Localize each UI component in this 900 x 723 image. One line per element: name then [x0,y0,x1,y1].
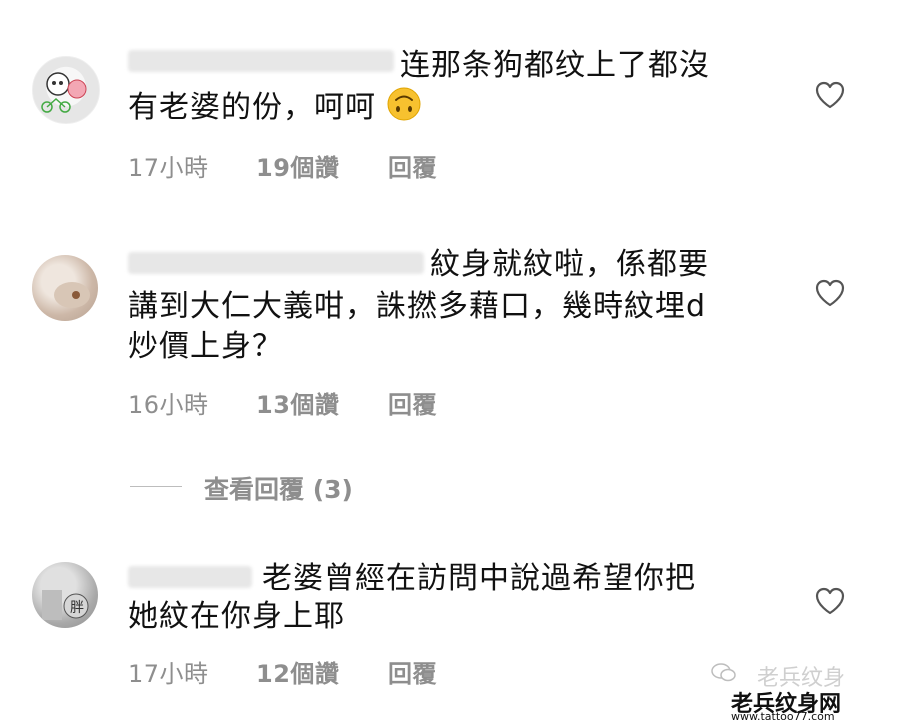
reply-button[interactable]: 回覆 [388,385,437,420]
likes-count[interactable]: 12個讚 [256,654,339,689]
reply-button[interactable]: 回覆 [388,654,437,689]
upside-down-face-emoji [387,87,421,121]
comment-text: 连那条狗都纹上了都沒 [400,48,710,83]
wechat-icon [711,663,736,682]
reply-button[interactable]: 回覆 [388,148,437,183]
comment-text: 講到大仁大義咁，誅撚多藉口，幾時紋埋d [128,289,707,324]
likes-count[interactable]: 19個讚 [256,148,339,183]
username-blurred[interactable]: yamamoto_yasuza [128,252,424,274]
heart-outline-icon[interactable] [814,586,846,616]
view-replies-label: 查看回覆 (3) [204,475,353,504]
comment-time: 17小時 [128,660,209,688]
comment-time: 17小時 [128,154,209,182]
avatar[interactable] [32,56,100,124]
comment-time: 16小時 [128,391,209,419]
watermark: 老兵纹身 老兵纹身网 www.tattoo77.com [711,660,886,723]
likes-count[interactable]: 13個讚 [256,385,339,420]
username-blurred[interactable]: yuchoufuf1283 [128,50,394,72]
comment-text: 她紋在你身上耶 [128,599,345,634]
username-blurred[interactable]: zahmm [128,566,252,588]
divider-line [130,486,182,487]
svg-text:胖: 胖 [70,600,84,616]
heart-outline-icon[interactable] [814,278,846,308]
watermark-url: www.tattoo77.com [731,710,835,723]
heart-outline-icon[interactable] [814,80,846,110]
comment-text: 有老婆的份，呵呵 [128,87,421,129]
avatar[interactable]: 胖 [32,562,98,628]
avatar[interactable] [32,255,98,321]
comment-text: 老婆曾經在訪問中說過希望你把 [262,561,696,596]
comment-text: 紋身就紋啦，係都要 [430,247,709,282]
comment-text: 炒價上身？ [128,329,283,364]
